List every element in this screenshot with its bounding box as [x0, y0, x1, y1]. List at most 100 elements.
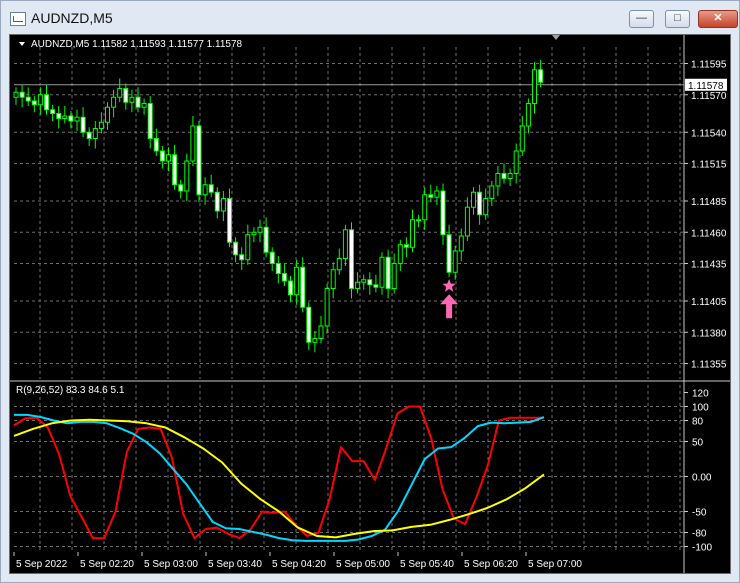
title-bar[interactable]: AUDNZD,M5 — □ ✕	[1, 1, 739, 34]
maximize-icon: □	[674, 12, 681, 24]
candle	[300, 257, 306, 313]
price-axis: 1.11595 1.11570 1.11540 1.11515 1.11485 1.114…	[683, 35, 727, 573]
dropdown-triangle-icon[interactable]	[19, 42, 25, 46]
candle	[74, 109, 80, 131]
candle	[428, 184, 434, 203]
price-tick-label: 1.11570	[691, 91, 727, 102]
indicator-tick-label: -100	[692, 543, 712, 554]
time-tick-label: 5 Sep 07:00	[528, 559, 582, 570]
time-tick-label: 5 Sep 05:40	[400, 559, 454, 570]
candle	[147, 96, 153, 149]
candle	[111, 89, 117, 118]
window-title: AUDNZD,M5	[31, 10, 113, 26]
candle	[233, 237, 239, 263]
candle	[306, 302, 312, 350]
chart-window: AUDNZD,M5 — □ ✕ 1.11595 1.11570 1.11540 1.1…	[0, 0, 740, 583]
candle	[513, 143, 519, 184]
candle	[166, 147, 171, 171]
candle	[220, 191, 226, 221]
arrow-up-icon	[440, 294, 459, 319]
candle	[62, 106, 68, 124]
candle	[196, 121, 202, 203]
candle	[294, 259, 300, 305]
candle	[251, 227, 257, 243]
candle	[483, 188, 489, 220]
indicator-axis: 120 100 80 50 0.00 -50 -80 -100	[684, 389, 712, 554]
time-axis: 5 Sep 2022 5 Sep 02:20 5 Sep 03:00 5 Sep 03…	[13, 552, 582, 570]
indicator-grid	[14, 385, 684, 552]
candle	[257, 219, 263, 243]
candle	[342, 224, 348, 266]
chart-area[interactable]: 1.11595 1.11570 1.11540 1.11515 1.11485 1.114…	[9, 34, 731, 574]
candle	[373, 274, 379, 293]
candle	[178, 179, 184, 199]
candle	[440, 183, 446, 245]
indicator-tick-label: -50	[692, 508, 707, 519]
price-tick-label: 1.11460	[691, 228, 727, 239]
candle	[239, 247, 245, 270]
candle	[452, 246, 458, 280]
price-tick-label: 1.11485	[691, 197, 727, 208]
minimize-icon: —	[636, 12, 647, 24]
price-tick-label: 1.11515	[691, 160, 727, 171]
candle	[410, 209, 415, 253]
candle	[391, 253, 397, 294]
chart-shift-marker-icon[interactable]	[552, 35, 560, 40]
candle	[434, 186, 440, 205]
candle	[141, 98, 147, 115]
candle	[532, 62, 537, 114]
candle	[135, 87, 141, 113]
candle	[489, 181, 495, 206]
candle	[288, 276, 293, 303]
candle	[37, 87, 43, 115]
time-tick-label: 5 Sep 04:20	[272, 559, 326, 570]
indicator-tick-label: -80	[692, 529, 707, 540]
time-tick-label: 5 Sep 02:20	[80, 559, 134, 570]
indicator-tick-label: 120	[692, 389, 709, 400]
candle	[336, 248, 342, 275]
indicator-tick-label: 50	[692, 438, 704, 449]
chart-svg[interactable]: 1.11595 1.11570 1.11540 1.11515 1.11485 1.114…	[10, 35, 730, 573]
candle	[318, 316, 324, 344]
chart-app-icon	[10, 12, 26, 26]
candle	[123, 83, 129, 110]
candle	[416, 214, 422, 228]
indicator-header: R(9,26,52) 83.3 84.6 5.1	[16, 385, 125, 396]
price-header: AUDNZD,M5 1.11582 1.11593 1.11577 1.1157…	[31, 39, 243, 50]
candle	[349, 222, 354, 299]
candle	[31, 96, 37, 113]
candle	[379, 252, 385, 295]
candle	[227, 188, 232, 248]
candle	[13, 87, 19, 105]
price-tick-label: 1.11405	[691, 297, 727, 308]
candle	[501, 163, 507, 184]
candle	[471, 187, 476, 215]
price-tick-label: 1.11380	[691, 328, 727, 339]
candle	[495, 166, 501, 196]
close-button[interactable]: ✕	[698, 10, 738, 28]
candle	[98, 112, 104, 134]
candle	[159, 146, 165, 169]
candle	[464, 197, 470, 241]
price-tick-label: 1.11540	[691, 128, 727, 139]
candle	[86, 127, 92, 146]
candle	[281, 263, 287, 286]
candle	[129, 89, 135, 113]
candle	[367, 272, 373, 295]
candle	[56, 106, 62, 129]
candle	[105, 102, 110, 130]
indicator-line	[14, 413, 545, 542]
candle	[385, 249, 391, 299]
candles	[13, 59, 544, 353]
time-tick-label: 5 Sep 03:00	[144, 559, 198, 570]
indicator-lines	[13, 405, 545, 542]
indicator-tick-label: 80	[692, 417, 704, 428]
candle	[422, 187, 428, 230]
candle	[25, 87, 31, 106]
minimize-button[interactable]: —	[629, 10, 654, 28]
maximize-button[interactable]: □	[665, 10, 690, 28]
candle	[214, 187, 220, 219]
price-tick-label: 1.11435	[691, 260, 727, 271]
candle	[19, 84, 25, 108]
candle	[324, 283, 330, 334]
